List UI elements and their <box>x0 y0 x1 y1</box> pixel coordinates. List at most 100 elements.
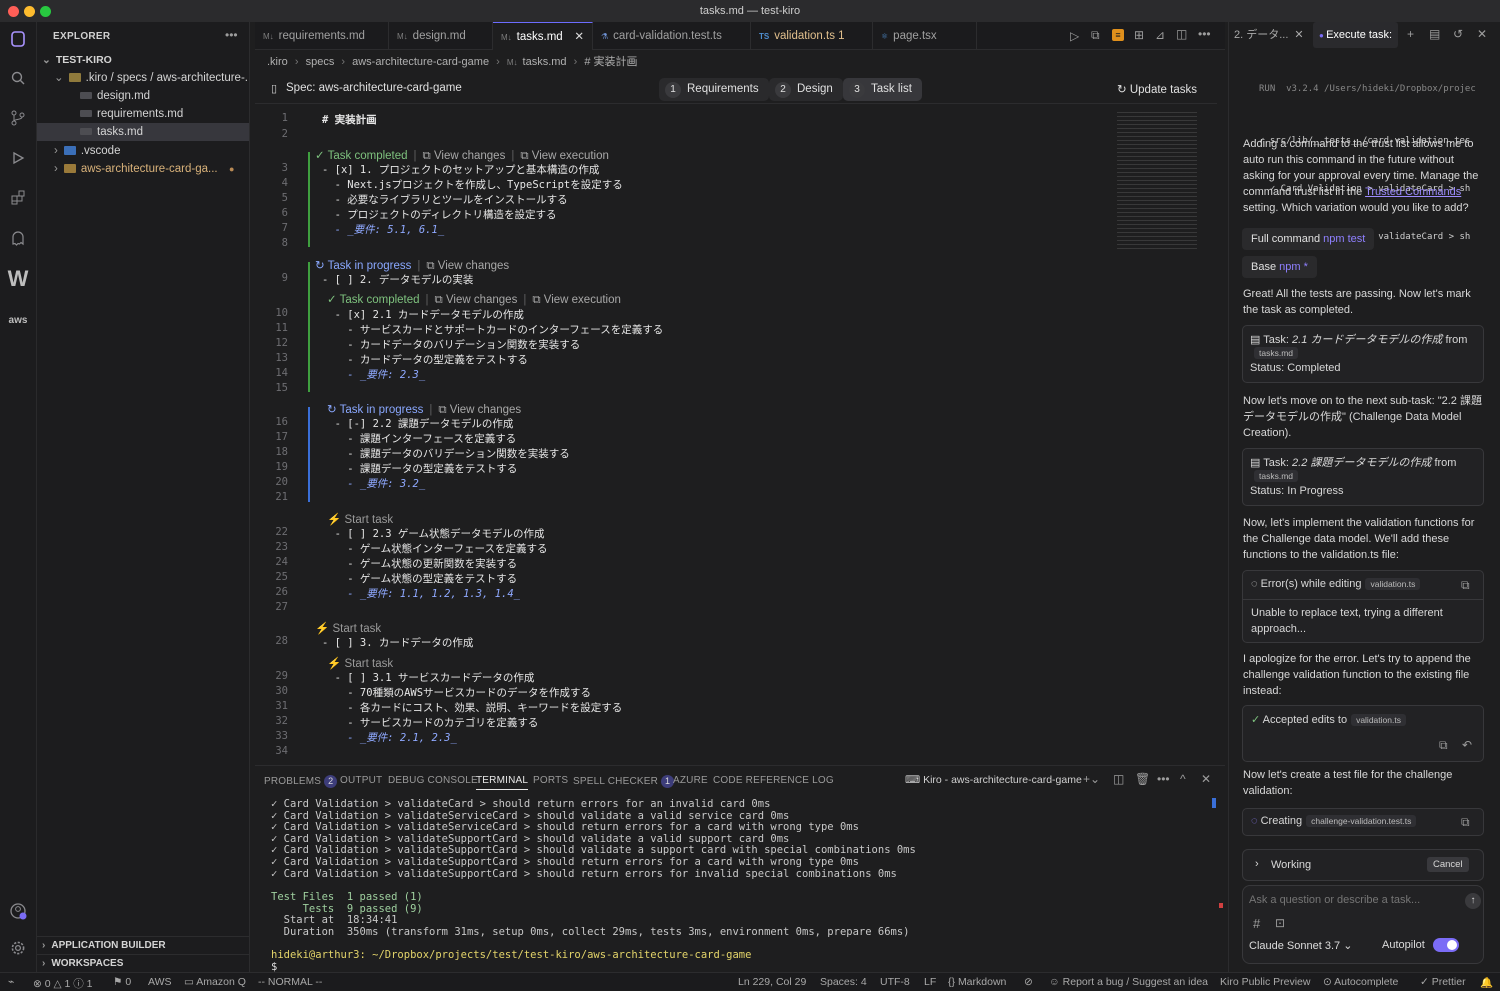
aws-status[interactable]: AWS <box>148 976 172 988</box>
new-terminal-icon[interactable]: +⌄ <box>1083 772 1100 786</box>
image-attach-icon[interactable]: ⊡ <box>1275 916 1285 930</box>
more-actions-icon[interactable]: ••• <box>1198 27 1211 41</box>
trash-icon[interactable]: 🗑 <box>1135 772 1150 786</box>
panel-tab-output[interactable]: OUTPUT <box>340 775 382 786</box>
terminal-selector[interactable]: ⌨ Kiro - aws-architecture-card-game <box>905 774 1082 786</box>
view-changes-link[interactable]: ⧉ View changes <box>426 260 509 272</box>
close-tab-icon[interactable]: ✕ <box>1294 29 1303 41</box>
full-command-button[interactable]: Full command npm test <box>1242 228 1375 250</box>
ports-status[interactable]: ⚑ 0 <box>113 976 131 988</box>
maximize-panel-icon[interactable]: ^ <box>1180 772 1186 786</box>
view-changes-link[interactable]: ⧉ View changes <box>423 150 506 162</box>
working-indicator[interactable]: › Working Cancel <box>1242 849 1484 881</box>
section-workspaces[interactable]: › WORKSPACES <box>37 954 249 972</box>
diff-icon[interactable]: ⧉ <box>1461 815 1470 830</box>
file-chip[interactable]: validation.ts <box>1365 578 1421 590</box>
more-actions-icon[interactable]: ••• <box>1157 772 1170 786</box>
split-terminal-icon[interactable]: ◫ <box>1113 772 1124 786</box>
w-logo-icon[interactable]: W <box>7 268 29 290</box>
tree-file-tasks[interactable]: tasks.md <box>37 123 249 141</box>
panel-tab-terminal[interactable]: TERMINAL <box>476 775 529 790</box>
panel-tab-problems[interactable]: PROBLEMS 2 <box>264 775 338 788</box>
run-icon[interactable]: ▷ <box>1070 29 1079 43</box>
task-completed-link[interactable]: ✓ Task completed <box>315 150 408 162</box>
file-chip[interactable]: validation.ts <box>1351 714 1406 726</box>
close-panel-icon[interactable]: ✕ <box>1477 27 1487 41</box>
search-icon[interactable] <box>7 70 29 92</box>
close-tab-icon[interactable]: ✕ <box>574 23 584 51</box>
panel-tab-azure[interactable]: AZURE <box>673 775 708 786</box>
chat-tab-execute[interactable]: ● Execute task: <box>1313 22 1399 48</box>
start-task-link[interactable]: ⚡ Start task <box>327 658 393 670</box>
source-control-icon[interactable] <box>7 110 29 132</box>
cursor-position[interactable]: Ln 229, Col 29 <box>738 976 806 988</box>
tree-folder-aws-card-game[interactable]: › aws-architecture-card-ga... ● <box>37 160 249 178</box>
step-requirements[interactable]: 1 Requirements <box>659 78 769 101</box>
breadcrumb-item[interactable]: tasks.md <box>523 56 567 68</box>
section-application-builder[interactable]: › APPLICATION BUILDER <box>37 936 249 954</box>
open-changes-icon[interactable]: ⊞ <box>1134 28 1144 42</box>
diff-icon[interactable]: ⧉ <box>1461 578 1470 593</box>
autopilot-toggle[interactable] <box>1433 938 1459 952</box>
run-debug-icon[interactable] <box>7 150 29 172</box>
chat-input[interactable] <box>1249 894 1449 906</box>
tree-file-requirements[interactable]: requirements.md <box>37 105 249 123</box>
file-chip[interactable]: tasks.md <box>1254 470 1299 482</box>
restore-icon[interactable]: ↺ <box>1453 27 1463 41</box>
preview-icon[interactable]: ≡ <box>1112 29 1124 41</box>
extensions-icon[interactable] <box>7 190 29 212</box>
feedback-link[interactable]: ☺ Report a bug / Suggest an idea <box>1049 976 1208 988</box>
tab-page[interactable]: ⚛ page.tsx <box>873 22 977 50</box>
step-design[interactable]: 2 Design <box>769 78 843 101</box>
remote-icon[interactable]: ⌁ <box>8 976 14 988</box>
breadcrumb-item[interactable]: .kiro <box>267 56 288 68</box>
chat-tab-data[interactable]: 2. データ... ✕ <box>1234 22 1304 48</box>
tab-validation[interactable]: TS validation.ts 1 <box>751 22 873 50</box>
file-chip[interactable]: challenge-validation.test.ts <box>1306 815 1417 827</box>
view-execution-link[interactable]: ⧉ View execution <box>520 150 609 162</box>
panel-tab-debug-console[interactable]: DEBUG CONSOLE <box>388 775 478 786</box>
update-tasks-button[interactable]: ↻ Update tasks <box>1117 82 1197 96</box>
problems-status[interactable]: ⊗ 0 △ 1 ⓘ 1 <box>33 976 93 991</box>
cancel-button[interactable]: Cancel <box>1427 857 1469 872</box>
close-panel-icon[interactable]: ✕ <box>1201 772 1211 786</box>
creating-file-card[interactable]: ◌ Creating challenge-validation.test.ts ⧉ <box>1242 808 1484 836</box>
error-editing-card[interactable]: ◌ Error(s) while editing validation.ts ⧉ … <box>1242 570 1484 643</box>
indentation[interactable]: Spaces: 4 <box>820 976 867 988</box>
task-status-card[interactable]: ▤ Task: 2.2 課題データモデルの作成 from tasks.md St… <box>1242 448 1484 506</box>
split-editor-icon[interactable]: ◫ <box>1176 27 1187 41</box>
account-icon[interactable] <box>7 902 29 924</box>
base-command-button[interactable]: Base npm * <box>1242 256 1317 278</box>
accepted-edits-card[interactable]: ✓ Accepted edits to validation.ts ⧉ ↶ <box>1242 705 1484 762</box>
maximize-window-button[interactable] <box>40 6 51 17</box>
chat-history-icon[interactable]: ▤ <box>1429 27 1440 41</box>
step-task-list[interactable]: 3 Task list <box>843 78 922 101</box>
panel-tab-ports[interactable]: PORTS <box>533 775 568 786</box>
file-chip[interactable]: tasks.md <box>1254 347 1299 359</box>
autocomplete-status[interactable]: ⊙ Autocomplete <box>1323 976 1398 988</box>
tab-requirements[interactable]: M↓ requirements.md <box>255 22 389 50</box>
new-chat-icon[interactable]: + <box>1407 27 1414 41</box>
view-changes-link[interactable]: ⧉ View changes <box>438 404 521 416</box>
close-window-button[interactable] <box>8 6 19 17</box>
tree-file-design[interactable]: design.md <box>37 87 249 105</box>
encoding[interactable]: UTF-8 <box>880 976 910 988</box>
undo-icon[interactable]: ↶ <box>1462 738 1472 752</box>
start-task-link[interactable]: ⚡ Start task <box>327 514 393 526</box>
more-actions-icon[interactable]: ••• <box>225 28 238 42</box>
breadcrumb-item[interactable]: # 実装計画 <box>584 56 637 68</box>
kiro-preview[interactable]: Kiro Public Preview <box>1220 976 1310 988</box>
compare-icon[interactable]: ⧉ <box>1091 28 1100 43</box>
minimize-window-button[interactable] <box>24 6 35 17</box>
breadcrumb-item[interactable]: aws-architecture-card-game <box>352 56 489 68</box>
model-selector[interactable]: Claude Sonnet 3.7 ⌄ <box>1249 939 1352 952</box>
files-icon[interactable] <box>7 30 29 52</box>
panel-tab-code-reference-log[interactable]: CODE REFERENCE LOG <box>713 775 834 786</box>
diff-icon[interactable]: ⧉ <box>1439 738 1448 753</box>
panel-tab-spell-checker[interactable]: SPELL CHECKER 1 <box>573 775 675 788</box>
task-status-card[interactable]: ▤ Task: 2.1 カードデータモデルの作成 from tasks.md S… <box>1242 325 1484 383</box>
start-task-link[interactable]: ⚡ Start task <box>315 623 381 635</box>
language-mode[interactable]: {} Markdown <box>948 976 1006 988</box>
task-in-progress-link[interactable]: ↻ Task in progress <box>327 404 423 416</box>
minimap[interactable] <box>1117 112 1197 252</box>
